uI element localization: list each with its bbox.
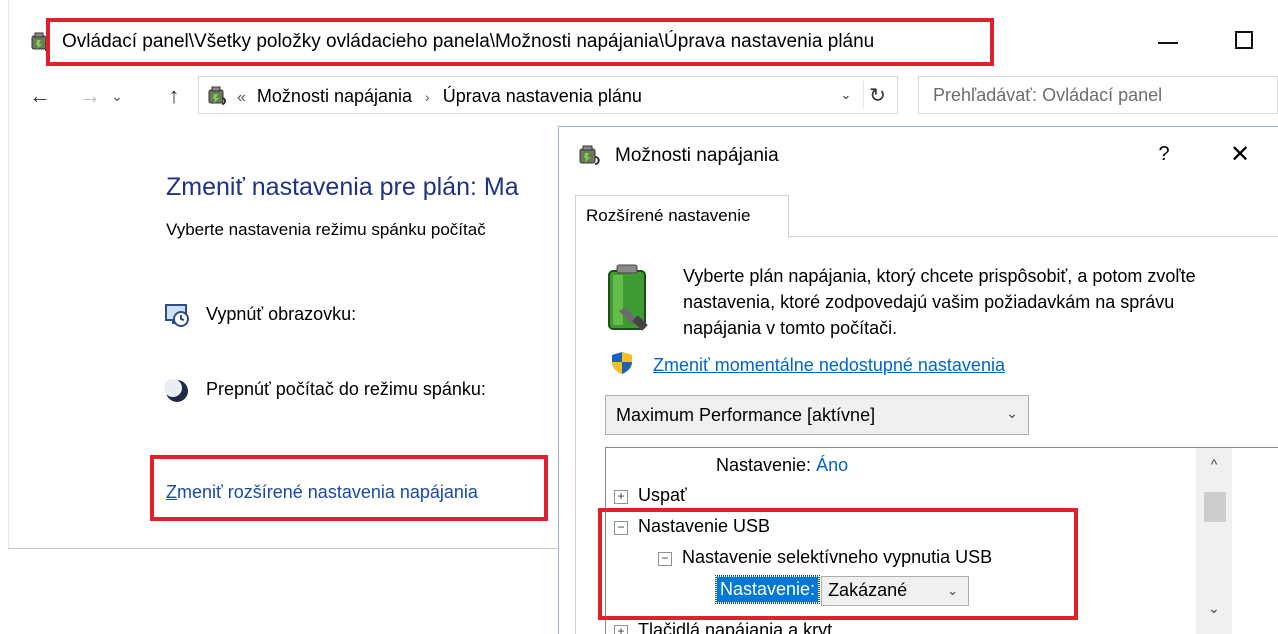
breadcrumb: « Možnosti napájania › Úprava nastavenia… [237,85,642,109]
page-subtitle: Vyberte nastavenia režimu spánku počítač [166,220,486,239]
scroll-thumb[interactable] [1204,492,1226,522]
intro-text: Vyberte plán napájania, ktorý chcete pri… [683,266,1196,338]
power-options-icon [579,145,600,165]
scroll-up-icon[interactable]: ^ [1196,456,1232,476]
link-highlight-frame [150,455,548,521]
breadcrumb-separator-icon[interactable]: › [425,89,430,105]
setting-value-link[interactable]: Áno [816,455,848,475]
maximize-button[interactable] [1224,22,1264,58]
up-button[interactable]: ↑ [160,82,188,110]
display-off-label: Vypnúť obrazovku: [206,304,357,324]
refresh-button[interactable]: ↻ [863,81,891,109]
sleep-moon-icon [164,379,188,402]
battery-icon [608,264,648,331]
tree-item-power-buttons-label: Tlačidlá napájania a kryt [638,620,833,634]
page-title: Zmeniť nastavenia pre plán: Ma [166,173,519,201]
expand-icon[interactable]: + [614,490,628,504]
uac-shield-icon [612,352,632,374]
usb-highlight-frame [598,508,1078,620]
minimize-icon [1158,42,1178,44]
tree-item-sleep[interactable]: + Uspať [614,483,687,507]
breadcrumb-edit-plan[interactable]: Úprava nastavenia plánu [443,86,642,106]
change-unavailable-settings-link[interactable]: Zmeniť momentálne nedostupné nastavenia [653,355,1005,376]
dialog-title: Možnosti napájania [615,145,779,166]
breadcrumb-overflow[interactable]: « [237,89,246,106]
power-plan-value: Maximum Performance [aktívne] [616,405,876,425]
minimize-button[interactable] [1148,22,1188,58]
search-input[interactable] [919,77,1277,113]
title-highlight-frame [46,18,994,66]
maximize-icon [1235,31,1253,49]
sleep-label: Prepnúť počítač do režimu spánku: [206,379,486,399]
search-box[interactable] [918,76,1278,114]
setting-label: Nastavenie: [716,455,812,475]
display-clock-icon [165,304,189,327]
forward-button[interactable]: → [76,82,104,110]
expand-icon[interactable]: + [614,625,628,634]
dialog-title-bar: Možnosti napájania ? ✕ [559,127,1278,185]
close-button[interactable]: ✕ [1223,139,1257,169]
address-history-dropdown[interactable]: ⌄ [835,83,857,107]
tree-item-sleep-label: Uspať [638,485,687,505]
recent-locations-button[interactable]: ⌄ [106,82,128,110]
tree-item-previous-setting[interactable]: Nastavenie: Áno [716,453,848,477]
back-button[interactable]: ← [26,82,54,110]
chevron-down-icon: ⌄ [1006,405,1018,421]
power-options-icon [208,86,226,105]
help-button[interactable]: ? [1149,139,1179,169]
window-bottom-border [8,548,558,549]
tab-advanced-settings[interactable]: Rozšírené nastavenie [575,195,789,237]
scroll-down-icon[interactable]: ⌄ [1196,600,1232,620]
power-plan-select[interactable]: Maximum Performance [aktívne] ⌄ [605,395,1029,435]
window-left-border [8,0,9,549]
breadcrumb-power-options[interactable]: Možnosti napájania [257,86,412,106]
tree-scrollbar[interactable]: ^ ⌄ [1196,448,1232,634]
tree-item-power-buttons[interactable]: + Tlačidlá napájania a kryt [614,618,832,634]
address-bar[interactable]: « Možnosti napájania › Úprava nastavenia… [198,76,898,114]
